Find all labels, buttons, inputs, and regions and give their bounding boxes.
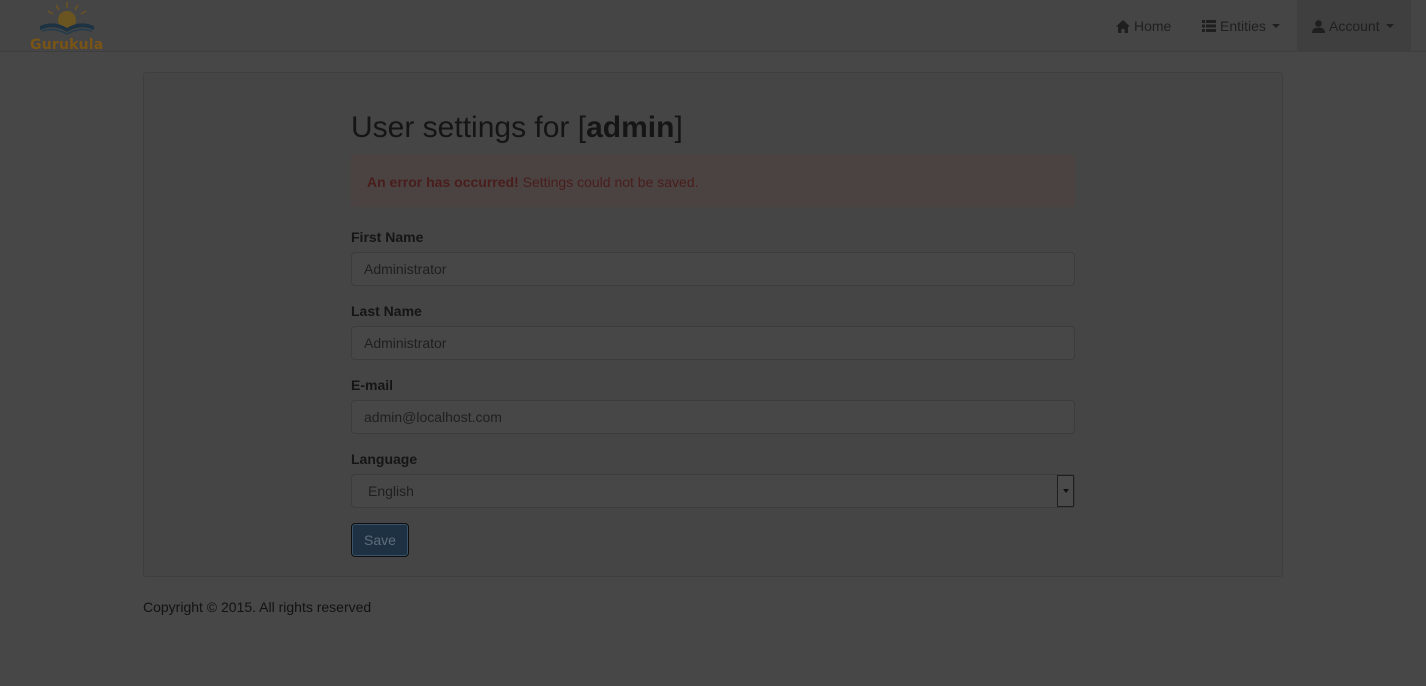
footer-copyright: Copyright © 2015. All rights reserved [143,599,372,615]
brand-logo[interactable]: Gurukula [28,0,108,53]
brand-name: Gurukula [30,37,104,53]
home-icon [1116,19,1130,33]
last-name-field[interactable]: Administrator [351,326,1075,360]
email-field[interactable]: admin@localhost.com [351,400,1075,434]
error-alert-message: Settings could not be saved. [518,174,699,190]
title-suffix: ] [674,111,683,144]
nav-entities-label: Entities [1220,18,1266,34]
last-name-label: Last Name [351,303,422,319]
navbar: Gurukula Home Entities Account [0,0,1426,53]
chevron-down-icon [1271,24,1280,28]
nav-home-link[interactable]: Home [1116,0,1171,52]
nav-account-dropdown[interactable]: Account [1297,0,1411,52]
book-sun-logo-icon [40,2,94,35]
nav-account-label: Account [1329,18,1380,34]
first-name-field[interactable]: Administrator [351,252,1075,286]
list-icon [1202,20,1216,32]
title-username: admin [586,111,675,144]
nav-home-label: Home [1134,18,1172,34]
user-icon [1312,19,1325,33]
error-alert: An error has occurred! Settings could no… [351,155,1075,207]
page-title: User settings for [admin] [351,111,683,145]
language-label: Language [351,451,418,467]
dropdown-arrow-icon[interactable] [1057,475,1074,507]
title-prefix: User settings for [ [351,111,587,144]
language-selected-value: English [368,483,414,499]
chevron-down-icon [1385,24,1394,28]
save-button[interactable]: Save [351,523,409,557]
nav-entities-dropdown[interactable]: Entities [1202,0,1280,52]
language-select[interactable]: English [351,474,1075,508]
first-name-label: First Name [351,229,424,245]
error-alert-strong: An error has occurred! [367,174,519,190]
email-label: E-mail [351,377,394,393]
